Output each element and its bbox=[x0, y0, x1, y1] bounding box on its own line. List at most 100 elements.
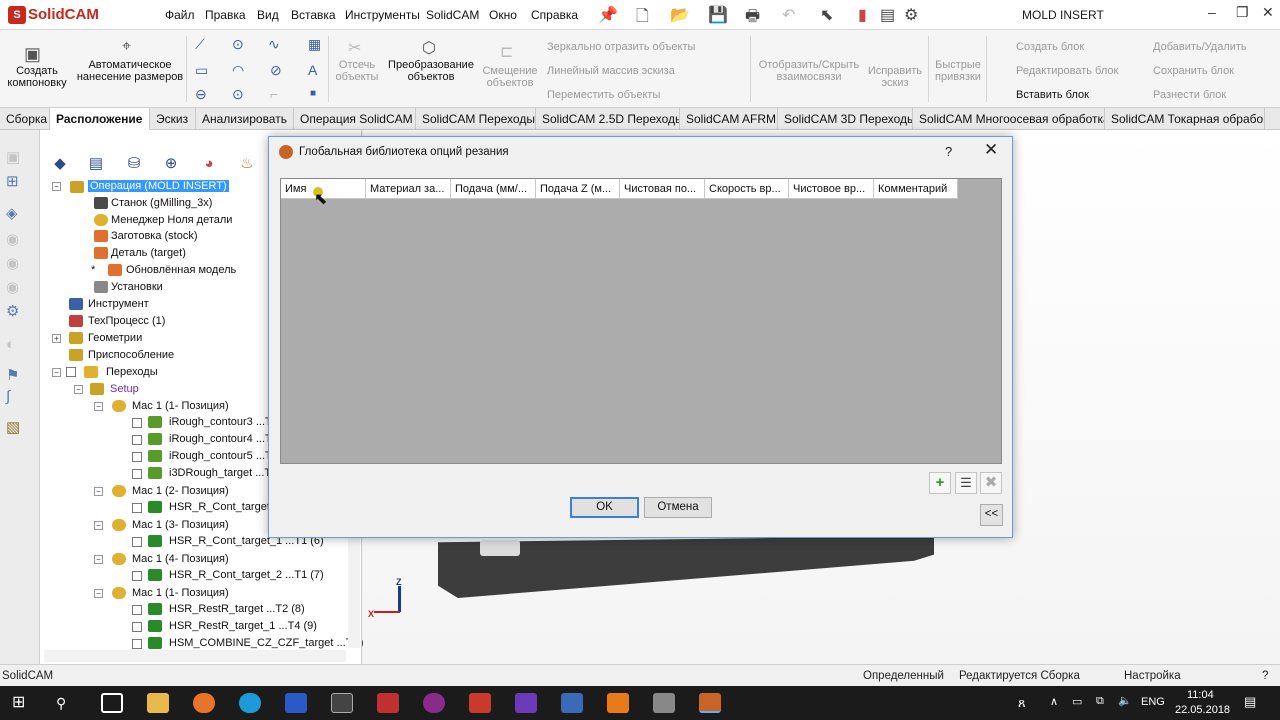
collapse-button[interactable]: << bbox=[980, 504, 1003, 526]
feature-manager-icon[interactable]: ◆ bbox=[45, 152, 75, 176]
tab-solidcam-operation[interactable]: Операция SolidCAM bbox=[294, 108, 416, 130]
collapse-icon[interactable]: − bbox=[94, 589, 103, 598]
explode-block-button[interactable]: Разнести блок bbox=[1153, 89, 1226, 101]
tab-solidcam-operations[interactable]: SolidCAM Переходы bbox=[416, 108, 536, 130]
show-hide-relations-button[interactable]: Отобразить/Скрыть взаимосвязи bbox=[755, 59, 863, 83]
menu-edit[interactable]: Правка bbox=[205, 8, 246, 22]
notifications-icon[interactable]: ▤ bbox=[1244, 694, 1256, 710]
add-remove-button[interactable]: Добавить/Удалить bbox=[1153, 41, 1247, 53]
pdf-icon[interactable] bbox=[469, 693, 491, 713]
display-manager-icon[interactable]: ◕ bbox=[194, 152, 224, 176]
checkbox[interactable] bbox=[132, 622, 142, 632]
tool-icon[interactable]: ⚙ bbox=[6, 302, 19, 320]
tray-arrow-icon[interactable]: ∧ bbox=[1050, 695, 1058, 708]
add-row-icon[interactable]: + bbox=[929, 472, 951, 494]
clock-date[interactable]: 22.05.2018 bbox=[1175, 704, 1230, 716]
pin-icon[interactable]: 📌 bbox=[598, 5, 618, 25]
tool-icon[interactable]: ∫ bbox=[6, 388, 10, 405]
checkbox[interactable] bbox=[132, 571, 142, 581]
tab-solidcam-25d[interactable]: SolidCAM 2.5D Переходы bbox=[536, 108, 680, 130]
select-icon[interactable]: ⬉ bbox=[820, 5, 833, 25]
tree-op[interactable]: HSR_R_Cont_target ... bbox=[169, 501, 282, 513]
checkbox[interactable] bbox=[132, 605, 142, 615]
tab-solidcam-3d[interactable]: SolidCAM 3D Переходы bbox=[778, 108, 913, 130]
tree-process[interactable]: ТехПроцесс (1) bbox=[88, 315, 165, 327]
column-header-feed[interactable]: Подача (мм/... bbox=[451, 179, 536, 199]
tool-icon[interactable]: ◉ bbox=[6, 230, 19, 248]
tree-machine[interactable]: Станок (gMilling_3x) bbox=[111, 197, 212, 209]
new-icon[interactable]: 🗋 bbox=[636, 5, 649, 32]
move-button[interactable]: Переместить объекты bbox=[547, 89, 660, 101]
solidworks-taskbar-icon[interactable] bbox=[699, 693, 721, 713]
checkbox[interactable] bbox=[132, 639, 142, 649]
tab-solidcam-turning[interactable]: SolidCAM Токарная обрабо... bbox=[1105, 108, 1265, 130]
tree-op[interactable]: HSM_COMBINE_CZ_CZF_target ...T2 ( bbox=[169, 637, 365, 649]
network-status-icon[interactable]: ⧉ bbox=[1096, 695, 1104, 708]
checkbox[interactable] bbox=[132, 435, 142, 445]
tab-solidcam-afrm[interactable]: SolidCAM AFRM bbox=[680, 108, 778, 130]
fillet-icon[interactable]: ⌐ bbox=[270, 86, 278, 102]
tab-assembly[interactable]: Сборка bbox=[0, 108, 50, 130]
app-icon[interactable] bbox=[377, 693, 399, 713]
tree-op[interactable]: iRough_contour3 ...T bbox=[169, 416, 272, 428]
tree-part-zero[interactable]: Менеджер Ноля детали bbox=[111, 214, 232, 226]
property-manager-icon[interactable]: ▤ bbox=[81, 152, 111, 176]
save-icon[interactable]: 💾 bbox=[708, 5, 728, 25]
solidcam-manager-icon[interactable]: ♨ bbox=[232, 152, 262, 176]
column-header-material[interactable]: Материал за... bbox=[366, 179, 451, 199]
tree-op[interactable]: HSR_R_Cont_target_2 ...T1 (7) bbox=[169, 569, 324, 581]
tree-op[interactable]: iRough_contour4 ...T bbox=[169, 433, 272, 445]
checkbox[interactable] bbox=[132, 537, 142, 547]
user-icon[interactable]: ጸ bbox=[1018, 695, 1026, 711]
menu-file[interactable]: Файл bbox=[165, 8, 195, 22]
tree-op[interactable]: HSR_RestR_target ...T2 (8) bbox=[169, 603, 305, 615]
plane-icon[interactable]: ■ bbox=[310, 88, 316, 99]
traffic-light-icon[interactable]: ▮ bbox=[858, 5, 867, 25]
skype-icon[interactable] bbox=[239, 693, 261, 713]
tree-mac1-pos1[interactable]: Mac 1 (1- Позиция) bbox=[132, 400, 229, 412]
column-header-comment[interactable]: Комментарий bbox=[874, 179, 958, 199]
tree-mac1-pos2[interactable]: Mac 1 (2- Позиция) bbox=[132, 485, 229, 497]
tool-icon[interactable]: ◉ bbox=[6, 254, 19, 272]
expand-icon[interactable]: + bbox=[52, 334, 61, 343]
create-layout-button[interactable]: Создать компоновку bbox=[4, 65, 70, 89]
tool-icon[interactable]: ◈ bbox=[6, 204, 18, 222]
rebuild-icon[interactable]: ▤ bbox=[880, 5, 895, 25]
circle-icon[interactable]: ⊙ bbox=[232, 36, 244, 53]
edit-row-icon[interactable]: ☰ bbox=[955, 472, 977, 494]
tree-mac1-pos4[interactable]: Mac 1 (4- Позиция) bbox=[132, 553, 229, 565]
help-icon[interactable]: ? bbox=[1262, 670, 1268, 682]
tool-icon[interactable]: ◐ bbox=[6, 336, 15, 353]
tree-geometries[interactable]: Геометрии bbox=[88, 332, 142, 344]
column-header-feed-z[interactable]: Подача Z (м... bbox=[536, 179, 620, 199]
dialog-close-button[interactable]: ✕ bbox=[984, 140, 998, 160]
linear-pattern-button[interactable]: Линейный массив эскиза bbox=[547, 65, 675, 77]
tree-root[interactable]: Операция (MOLD INSERT) bbox=[88, 180, 229, 192]
column-header-spin[interactable]: Скорость вр... bbox=[705, 179, 789, 199]
convert-entities-button[interactable]: Преобразование объектов bbox=[384, 59, 478, 83]
tree-op[interactable]: HSR_RestR_target_1 ...T4 (9) bbox=[169, 620, 317, 632]
configuration-icon[interactable]: ⛁ bbox=[119, 152, 149, 176]
arc-icon[interactable]: ◠ bbox=[232, 62, 244, 79]
restore-icon[interactable]: ❐ bbox=[1236, 4, 1249, 21]
tree-op[interactable]: i3DRough_target ...T bbox=[169, 467, 271, 479]
help-button[interactable]: ? bbox=[945, 144, 952, 159]
repair-sketch-button[interactable]: Исправить эскиз bbox=[864, 65, 926, 89]
word-icon[interactable] bbox=[285, 693, 307, 713]
language-indicator[interactable]: ENG bbox=[1141, 696, 1165, 708]
app-icon[interactable] bbox=[653, 693, 675, 713]
tree-target[interactable]: Деталь (target) bbox=[111, 247, 186, 259]
collapse-icon[interactable]: − bbox=[94, 555, 103, 564]
line-icon[interactable]: ⟋ bbox=[195, 36, 205, 53]
tool-icon[interactable]: ▣ bbox=[6, 148, 20, 166]
app-icon[interactable] bbox=[423, 693, 445, 713]
tab-sketch[interactable]: Эскиз bbox=[150, 108, 196, 130]
status-settings[interactable]: Настройка bbox=[1124, 670, 1181, 682]
minimize-icon[interactable]: – bbox=[1208, 4, 1216, 20]
collapse-icon[interactable]: − bbox=[74, 385, 83, 394]
rectangle-icon[interactable]: ▭ bbox=[195, 62, 208, 79]
column-header-finish-feed[interactable]: Чистовая по... bbox=[620, 179, 705, 199]
checkbox[interactable] bbox=[132, 503, 142, 513]
text-icon[interactable]: A bbox=[308, 62, 317, 78]
menu-view[interactable]: Вид bbox=[257, 8, 279, 22]
